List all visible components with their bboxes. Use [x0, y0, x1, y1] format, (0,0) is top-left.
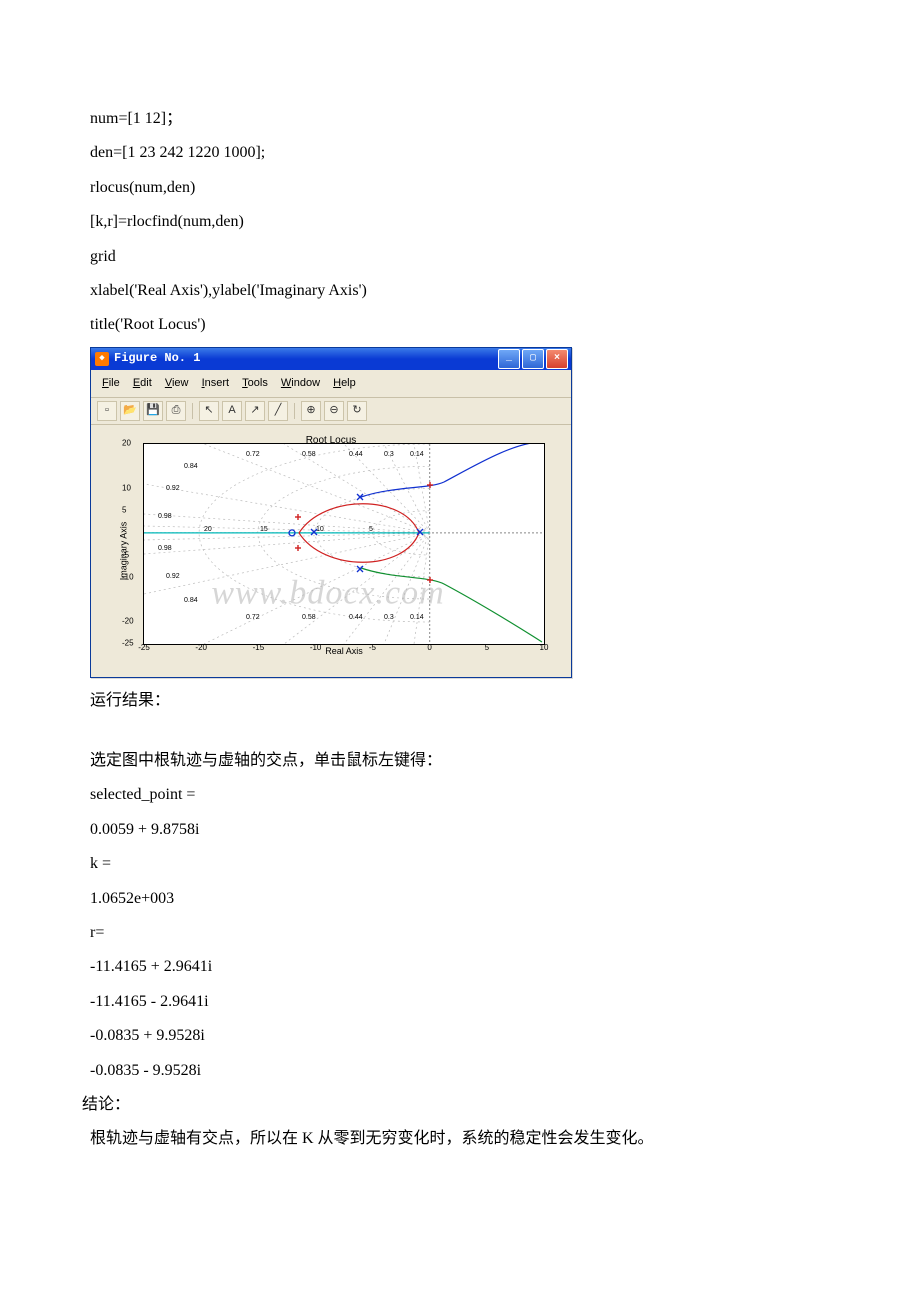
menu-file[interactable]: File — [97, 372, 125, 395]
zoom-in-icon[interactable]: ⊕ — [301, 401, 321, 421]
plot-canvas[interactable]: 0.72 0.58 0.44 0.3 0.14 0.84 0.92 0.98 0… — [143, 443, 545, 645]
xtick: 0 — [427, 640, 431, 655]
xtick: 5 — [485, 640, 489, 655]
svg-text:0.84: 0.84 — [184, 463, 198, 470]
select-instruction: 选定图中根轨迹与虚轴的交点，单击鼠标左键得： — [90, 746, 830, 776]
plot-area[interactable]: Root Locus — [91, 425, 571, 677]
ytick: 20 — [122, 436, 131, 451]
svg-text:0.58: 0.58 — [302, 614, 316, 621]
arrow-icon[interactable]: ↖ — [199, 401, 219, 421]
window-title: Figure No. 1 — [114, 347, 498, 370]
menu-insert[interactable]: Insert — [197, 372, 235, 395]
svg-text:0.92: 0.92 — [166, 485, 180, 492]
code-line: title('Root Locus') — [90, 310, 830, 340]
xtick: -25 — [138, 640, 150, 655]
run-result-label: 运行结果： — [90, 686, 830, 716]
svg-text:0.58: 0.58 — [302, 451, 316, 458]
svg-text:0.3: 0.3 — [384, 614, 394, 621]
selected-point-label: selected_point = — [90, 780, 830, 810]
figure-window: ◆ Figure No. 1 _ ▢ × File Edit View Inse… — [90, 347, 572, 678]
ytick: 10 — [122, 480, 131, 495]
ytick: 5 — [122, 503, 126, 518]
xtick: 10 — [540, 640, 549, 655]
ytick: -25 — [122, 636, 134, 651]
arrow2-icon[interactable]: ↗ — [245, 401, 265, 421]
svg-text:0.3: 0.3 — [384, 451, 394, 458]
svg-text:10: 10 — [316, 526, 324, 533]
svg-text:0.98: 0.98 — [158, 545, 172, 552]
zoom-out-icon[interactable]: ⊖ — [324, 401, 344, 421]
menu-tools[interactable]: Tools — [237, 372, 273, 395]
conclusion-text: 根轨迹与虚轴有交点，所以在 K 从零到无穷变化时，系统的稳定性会发生变化。 — [90, 1124, 830, 1154]
code-line: num=[1 12]； — [90, 104, 830, 134]
menu-bar: File Edit View Insert Tools Window Help — [91, 370, 571, 398]
svg-text:20: 20 — [204, 526, 212, 533]
x-axis-label: Real Axis — [325, 643, 363, 660]
y-axis-label: Imaginary Axis — [116, 521, 133, 580]
minimize-button[interactable]: _ — [498, 349, 520, 369]
r-value: -11.4165 + 2.9641i — [90, 952, 830, 982]
matlab-icon: ◆ — [95, 352, 109, 366]
svg-text:0.14: 0.14 — [410, 451, 424, 458]
rotate-icon[interactable]: ↻ — [347, 401, 367, 421]
new-icon[interactable]: ▫ — [97, 401, 117, 421]
svg-text:0.14: 0.14 — [410, 614, 424, 621]
svg-text:0.92: 0.92 — [166, 573, 180, 580]
code-line: grid — [90, 242, 830, 272]
menu-window[interactable]: Window — [276, 372, 325, 395]
svg-text:5: 5 — [369, 526, 373, 533]
code-line: den=[1 23 242 1220 1000]; — [90, 138, 830, 168]
xtick: -10 — [310, 640, 322, 655]
open-icon[interactable]: 📂 — [120, 401, 140, 421]
menu-help[interactable]: Help — [328, 372, 361, 395]
print-icon[interactable]: ⎙ — [166, 401, 186, 421]
close-button[interactable]: × — [546, 349, 568, 369]
xtick: -15 — [253, 640, 265, 655]
code-line: rlocus(num,den) — [90, 173, 830, 203]
toolbar-separator — [294, 403, 295, 419]
ytick: -20 — [122, 614, 134, 629]
r-label: r= — [90, 918, 830, 948]
toolbar-separator — [192, 403, 193, 419]
line-icon[interactable]: ╱ — [268, 401, 288, 421]
xtick: -5 — [369, 640, 376, 655]
code-line: xlabel('Real Axis'),ylabel('Imaginary Ax… — [90, 276, 830, 306]
text-icon[interactable]: A — [222, 401, 242, 421]
svg-text:0.72: 0.72 — [246, 451, 260, 458]
code-line: [k,r]=rlocfind(num,den) — [90, 207, 830, 237]
k-label: k = — [90, 849, 830, 879]
svg-text:0.98: 0.98 — [158, 513, 172, 520]
maximize-button[interactable]: ▢ — [522, 349, 544, 369]
r-value: -0.0835 - 9.9528i — [90, 1056, 830, 1086]
conclusion-label: 结论： — [82, 1090, 830, 1120]
xtick: -20 — [195, 640, 207, 655]
selected-point-value: 0.0059 + 9.8758i — [90, 815, 830, 845]
svg-text:0.44: 0.44 — [349, 614, 363, 621]
r-value: -11.4165 - 2.9641i — [90, 987, 830, 1017]
k-value: 1.0652e+003 — [90, 884, 830, 914]
menu-view[interactable]: View — [160, 372, 194, 395]
toolbar: ▫ 📂 💾 ⎙ ↖ A ↗ ╱ ⊕ ⊖ ↻ — [91, 398, 571, 425]
svg-text:0.44: 0.44 — [349, 451, 363, 458]
save-icon[interactable]: 💾 — [143, 401, 163, 421]
svg-text:0.72: 0.72 — [246, 614, 260, 621]
svg-text:0.84: 0.84 — [184, 597, 198, 604]
menu-edit[interactable]: Edit — [128, 372, 157, 395]
svg-text:15: 15 — [260, 526, 268, 533]
root-locus-plot: 0.72 0.58 0.44 0.3 0.14 0.84 0.92 0.98 0… — [144, 444, 544, 644]
r-value: -0.0835 + 9.9528i — [90, 1021, 830, 1051]
window-titlebar[interactable]: ◆ Figure No. 1 _ ▢ × — [91, 348, 571, 370]
